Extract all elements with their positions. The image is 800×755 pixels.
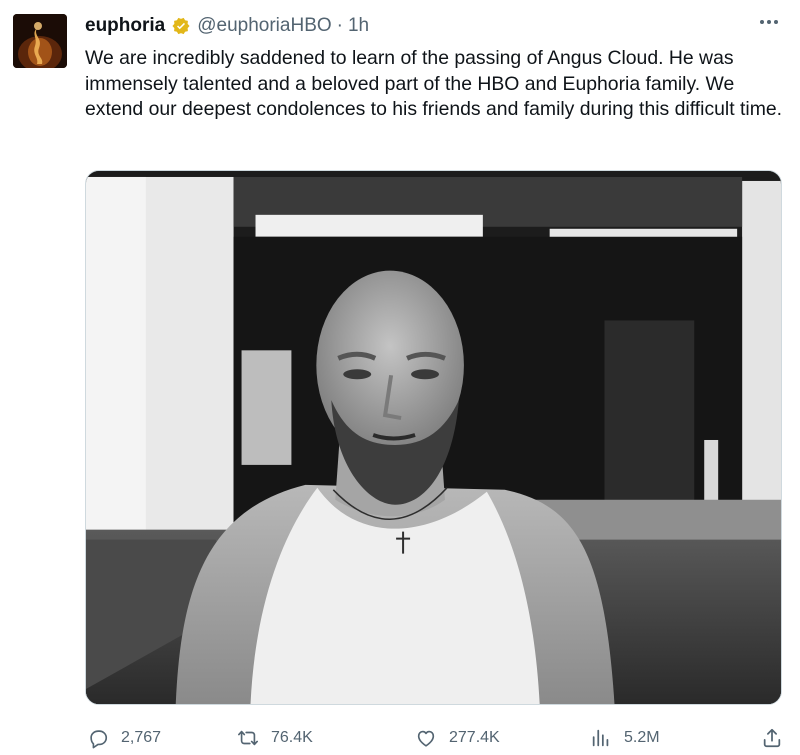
avatar-image [13, 14, 67, 68]
views-button[interactable]: 5.2M [590, 722, 660, 754]
retweet-icon [237, 727, 259, 749]
more-options-icon[interactable] [760, 20, 778, 24]
reply-icon [87, 727, 109, 749]
photo-image [86, 171, 781, 704]
tweet[interactable]: euphoria @euphoriaHBO · 1h We are incred… [0, 0, 800, 755]
avatar[interactable] [13, 14, 67, 68]
author-handle[interactable]: @euphoriaHBO [197, 15, 331, 37]
author-name[interactable]: euphoria [85, 15, 165, 37]
tweet-actions: 2,767 76.4K 277.4K 5.2M [85, 722, 785, 754]
like-button[interactable]: 277.4K [415, 722, 500, 754]
tweet-header: euphoria @euphoriaHBO · 1h [85, 14, 369, 38]
views-count: 5.2M [624, 729, 660, 746]
share-icon [761, 727, 783, 749]
tweet-text: We are incredibly saddened to learn of t… [85, 47, 783, 120]
retweet-count: 76.4K [271, 729, 313, 746]
retweet-button[interactable]: 76.4K [237, 722, 313, 754]
like-count: 277.4K [449, 729, 500, 746]
separator: · [336, 15, 343, 36]
views-chart-icon [590, 727, 612, 749]
reply-button[interactable]: 2,767 [87, 722, 161, 754]
heart-icon [415, 727, 437, 749]
tweet-photo[interactable] [85, 170, 782, 705]
timestamp[interactable]: 1h [348, 15, 369, 37]
verified-badge-icon [171, 16, 191, 36]
reply-count: 2,767 [121, 729, 162, 746]
share-button[interactable] [761, 722, 783, 754]
